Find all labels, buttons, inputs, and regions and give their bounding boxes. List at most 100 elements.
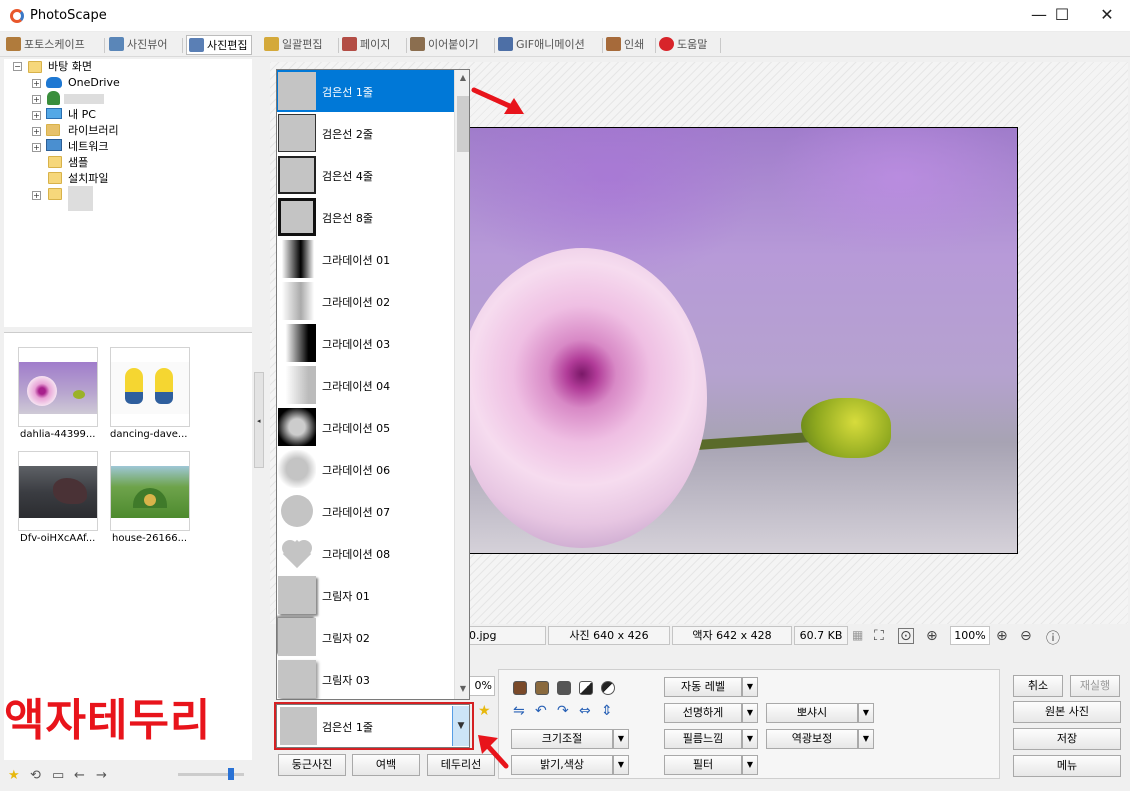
rotate-left-icon[interactable]: ↶: [535, 703, 547, 719]
thumbnail-size-slider[interactable]: [178, 773, 244, 776]
auto-level-dropdown[interactable]: ▼: [742, 677, 758, 697]
frame-option[interactable]: 검은선 1줄: [277, 70, 454, 112]
tree-item-install[interactable]: 설치파일: [68, 171, 108, 187]
gray-chip[interactable]: [557, 681, 571, 695]
round-photo-button[interactable]: 둥근사진: [278, 754, 346, 776]
frame-option[interactable]: 그라데이션 03: [277, 322, 454, 364]
bloom-button[interactable]: 뽀샤시: [766, 703, 858, 723]
frame-option[interactable]: 그림자 02: [277, 616, 454, 658]
original-photo-button[interactable]: 원본 사진: [1013, 701, 1121, 723]
invert-chip[interactable]: [601, 681, 615, 695]
thumbnail-item[interactable]: [18, 347, 98, 427]
frame-option[interactable]: 그라데이션 02: [277, 280, 454, 322]
rotate-right-icon[interactable]: ↷: [557, 703, 569, 719]
fit-screen-icon[interactable]: ⛶: [874, 628, 884, 644]
frame-option[interactable]: 검은선 8줄: [277, 196, 454, 238]
straighten-icon[interactable]: ⇋: [513, 703, 525, 719]
frame-option[interactable]: 그림자 03: [277, 658, 454, 699]
tab-viewer[interactable]: 사진뷰어: [109, 35, 167, 55]
sharpen-button[interactable]: 선명하게: [664, 703, 742, 723]
close-button[interactable]: ✕: [1084, 0, 1130, 32]
sharpen-dropdown[interactable]: ▼: [742, 703, 758, 723]
bloom-dropdown[interactable]: ▼: [858, 703, 874, 723]
auto-level-button[interactable]: 자동 레벨: [664, 677, 742, 697]
scroll-up-icon[interactable]: ▲: [455, 70, 469, 86]
brightness-color-dropdown[interactable]: ▼: [613, 755, 629, 775]
tab-editor[interactable]: 사진편집: [186, 35, 253, 55]
frame-dropdown-list[interactable]: 검은선 1줄 검은선 2줄 검은선 4줄 검은선 8줄 그라데이션 01 그라데…: [276, 69, 470, 700]
frame-option[interactable]: 그라데이션 06: [277, 448, 454, 490]
thumbnail-item[interactable]: [18, 451, 98, 531]
zoom-actual-icon[interactable]: ⊙: [898, 628, 914, 644]
back-arrow-icon[interactable]: ←: [74, 768, 85, 783]
tab-combine[interactable]: 이어붙이기: [410, 35, 479, 55]
scroll-down-icon[interactable]: ▼: [455, 681, 469, 697]
bw-chip[interactable]: [579, 681, 593, 695]
expand-toggle[interactable]: +: [32, 95, 41, 104]
tree-item-onedrive[interactable]: OneDrive: [68, 75, 120, 91]
collapse-toggle[interactable]: −: [13, 62, 22, 71]
tree-item-desktop[interactable]: 바탕 화면: [48, 59, 92, 75]
resize-dropdown[interactable]: ▼: [613, 729, 629, 749]
tab-page[interactable]: 페이지: [342, 35, 390, 55]
flip-horizontal-icon[interactable]: ⇔: [579, 703, 591, 719]
star-icon[interactable]: ★: [478, 703, 491, 719]
frame-option[interactable]: 검은선 2줄: [277, 112, 454, 154]
info-icon[interactable]: ⓘ: [1046, 628, 1060, 648]
zoom-fit-icon[interactable]: ⊕: [926, 628, 938, 644]
slider-handle[interactable]: [228, 768, 234, 780]
tab-photoscape[interactable]: 포토스케이프: [6, 35, 85, 55]
thumbnail-item[interactable]: [110, 347, 190, 427]
star-icon[interactable]: ★: [8, 768, 20, 783]
redo-button[interactable]: 재실행: [1070, 675, 1120, 697]
sepia-chip[interactable]: [513, 681, 527, 695]
tab-print[interactable]: 인쇄: [606, 35, 644, 55]
zoom-in-icon[interactable]: ⊕: [996, 628, 1008, 644]
backlight-dropdown[interactable]: ▼: [858, 729, 874, 749]
film-effect-button[interactable]: 필름느낌: [664, 729, 742, 749]
tab-batch[interactable]: 일괄편집: [264, 35, 322, 55]
forward-arrow-icon[interactable]: →: [96, 768, 107, 783]
tab-help[interactable]: 도움말: [659, 35, 707, 55]
expand-toggle[interactable]: +: [32, 143, 41, 152]
checkerboard-icon[interactable]: ▦: [852, 628, 863, 642]
backlight-button[interactable]: 역광보정: [766, 729, 858, 749]
photo-frame[interactable]: [468, 127, 1018, 554]
menu-button[interactable]: 메뉴: [1013, 755, 1121, 777]
frame-option[interactable]: 그라데이션 05: [277, 406, 454, 448]
filter-dropdown[interactable]: ▼: [742, 755, 758, 775]
frame-option[interactable]: 검은선 4줄: [277, 154, 454, 196]
tree-item-network[interactable]: 네트워크: [68, 139, 108, 155]
zoom-level[interactable]: 100%: [950, 626, 990, 645]
expand-toggle[interactable]: +: [32, 127, 41, 136]
panel-collapse-handle[interactable]: ◂: [254, 372, 264, 468]
tree-item-pc[interactable]: 내 PC: [68, 107, 96, 123]
tab-gif[interactable]: GIF애니메이션: [498, 35, 585, 55]
film-effect-dropdown[interactable]: ▼: [742, 729, 758, 749]
zoom-out-icon[interactable]: ⊖: [1020, 628, 1032, 644]
refresh-icon[interactable]: ⟲: [30, 768, 41, 783]
frame-option[interactable]: 그라데이션 04: [277, 364, 454, 406]
expand-toggle[interactable]: +: [32, 79, 41, 88]
margin-button[interactable]: 여백: [352, 754, 420, 776]
maximize-button[interactable]: ☐: [1039, 0, 1085, 32]
scroll-thumb[interactable]: [457, 96, 469, 152]
dropdown-scrollbar[interactable]: ▲ ▼: [454, 70, 469, 699]
frame-option[interactable]: 그라데이션 08: [277, 532, 454, 574]
expand-toggle[interactable]: +: [32, 111, 41, 120]
tree-item-library[interactable]: 라이브러리: [68, 123, 119, 139]
frame-option[interactable]: 그라데이션 01: [277, 238, 454, 280]
save-button[interactable]: 저장: [1013, 728, 1121, 750]
filter-button[interactable]: 필터: [664, 755, 742, 775]
resize-button[interactable]: 크기조절: [511, 729, 613, 749]
brightness-color-button[interactable]: 밝기,색상: [511, 755, 613, 775]
thumbnail-item[interactable]: [110, 451, 190, 531]
brown-chip[interactable]: [535, 681, 549, 695]
expand-toggle[interactable]: +: [32, 191, 41, 200]
flip-vertical-icon[interactable]: ⇕: [601, 703, 613, 719]
folder-open-icon[interactable]: ▭: [52, 768, 64, 783]
frame-option[interactable]: 그라데이션 07: [277, 490, 454, 532]
tree-item-sample[interactable]: 샘플: [68, 155, 88, 171]
frame-option[interactable]: 그림자 01: [277, 574, 454, 616]
undo-button[interactable]: 취소: [1013, 675, 1063, 697]
